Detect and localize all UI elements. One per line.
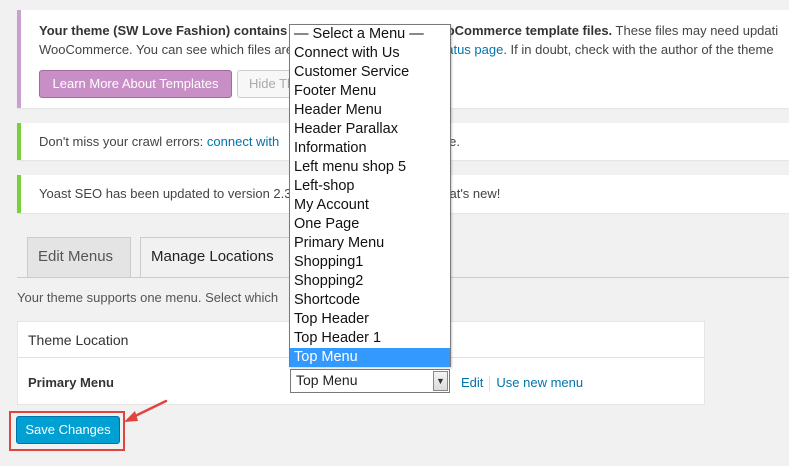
dropdown-option[interactable]: Top Header (290, 310, 450, 329)
notice-line-1-rest: These files may need updati (612, 23, 779, 38)
primary-menu-selected-value: Top Menu (296, 372, 358, 388)
dropdown-option[interactable]: Top Menu (290, 348, 450, 367)
locations-description-start: Your theme supports one menu. Select whi… (17, 290, 279, 305)
primary-menu-label: Primary Menu (28, 375, 114, 390)
yoast-notice-label: Yoast SEO has been updated to version 2.… (39, 186, 292, 201)
dropdown-option[interactable]: Top Header 1 (290, 329, 450, 348)
menu-dropdown-list[interactable]: — Select a Menu — Connect with Us Customer… (289, 24, 451, 367)
notice-bold-tail: ooCommerce template files. (438, 23, 613, 38)
dropdown-option[interactable]: Shopping2 (290, 272, 450, 291)
save-changes-button[interactable]: Save Changes (16, 416, 120, 444)
pointer-arrow-icon (124, 399, 168, 422)
dropdown-option[interactable]: Customer Service (290, 63, 450, 82)
crawl-notice-label: Don't miss your crawl errors: (39, 134, 207, 149)
dropdown-option[interactable]: Shortcode (290, 291, 450, 310)
dropdown-option[interactable]: Primary Menu (290, 234, 450, 253)
connect-link[interactable]: connect with (207, 134, 279, 149)
dropdown-option[interactable]: Connect with Us (290, 44, 450, 63)
use-new-menu-link[interactable]: Use new menu (496, 375, 583, 390)
dropdown-option[interactable]: My Account (290, 196, 450, 215)
dropdown-option[interactable]: Shopping1 (290, 253, 450, 272)
yoast-notice-tail: at's new! (449, 186, 501, 201)
dropdown-option[interactable]: Left menu shop 5 (290, 158, 450, 177)
dropdown-option[interactable]: Footer Menu (290, 82, 450, 101)
link-separator (489, 376, 491, 392)
notice-line-2-start: WooCommerce. You can see which files are (39, 42, 294, 57)
menu-action-links: Edit Use new menu (461, 375, 583, 392)
edit-menu-link[interactable]: Edit (461, 375, 483, 390)
primary-menu-select[interactable]: Top Menu ▼ (290, 369, 450, 393)
tab-manage-locations[interactable]: Manage Locations (140, 237, 295, 278)
notice-bold-text: Your theme (SW Love Fashion) contains o (39, 23, 299, 38)
notice-line-2-end: . If in doubt, check with the author of … (503, 42, 774, 57)
dropdown-option[interactable]: Header Parallax (290, 120, 450, 139)
dropdown-option[interactable]: Information (290, 139, 450, 158)
dropdown-option[interactable]: Header Menu (290, 101, 450, 120)
tab-edit-menus[interactable]: Edit Menus (27, 237, 131, 277)
dropdown-option[interactable]: One Page (290, 215, 450, 234)
learn-more-templates-button[interactable]: Learn More About Templates (39, 70, 232, 98)
chevron-down-icon[interactable]: ▼ (433, 371, 448, 391)
dropdown-option[interactable]: Left-shop (290, 177, 450, 196)
dropdown-option[interactable]: — Select a Menu — (290, 25, 450, 44)
